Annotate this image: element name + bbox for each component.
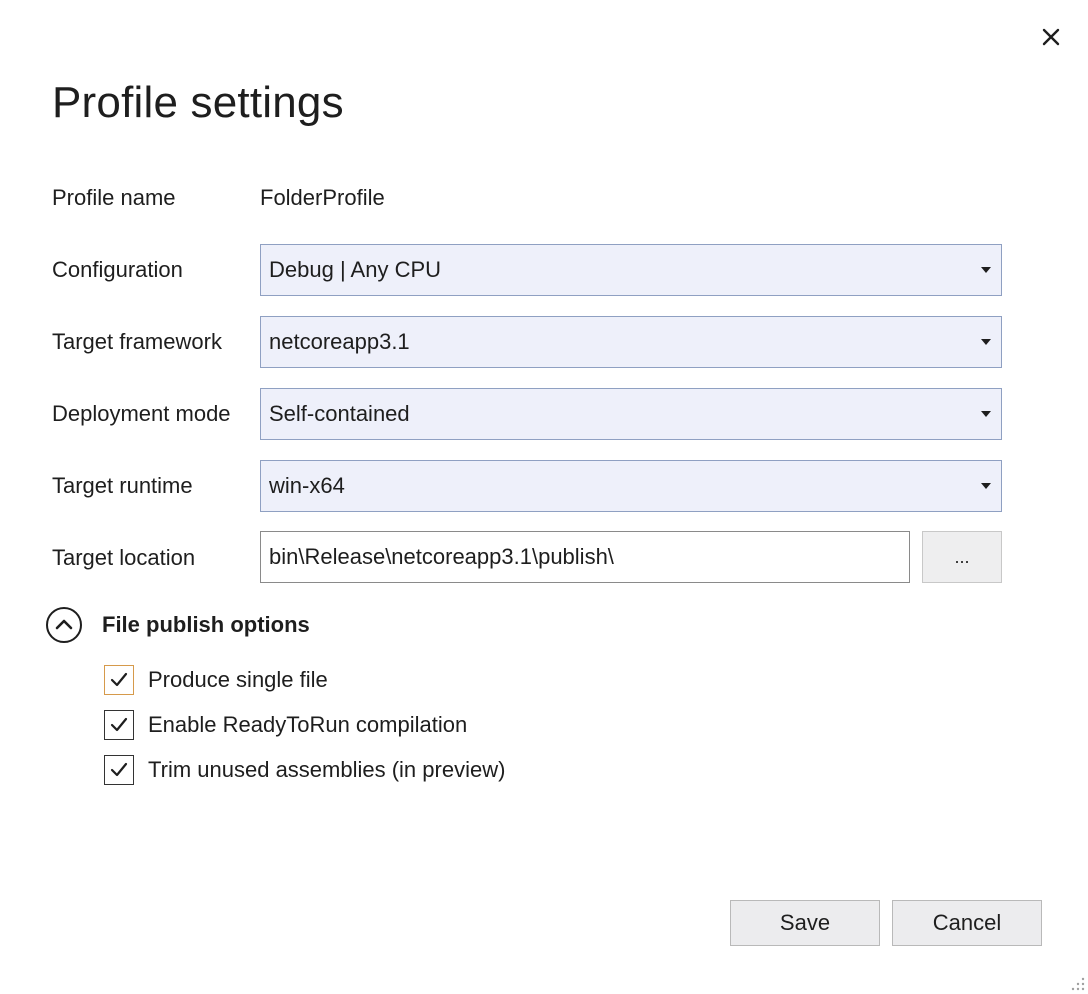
checkmark-icon <box>110 672 128 687</box>
target-runtime-label: Target runtime <box>52 473 193 498</box>
checkmark-icon <box>110 717 128 732</box>
produce-single-file-label: Produce single file <box>148 667 328 692</box>
target-framework-dropdown[interactable]: netcoreapp3.1 <box>260 316 1002 368</box>
deployment-mode-dropdown[interactable]: Self-contained <box>260 388 1002 440</box>
target-location-input[interactable] <box>260 531 910 583</box>
chevron-down-icon <box>971 317 1001 367</box>
enable-readytorun-option[interactable]: Enable ReadyToRun compilation <box>104 710 467 740</box>
enable-readytorun-checkbox[interactable] <box>104 710 134 740</box>
configuration-value: Debug | Any CPU <box>269 257 442 282</box>
save-button[interactable]: Save <box>730 900 880 946</box>
dialog-title: Profile settings <box>52 78 344 127</box>
produce-single-file-checkbox[interactable] <box>104 665 134 695</box>
resize-grip-icon[interactable] <box>1066 972 1086 992</box>
chevron-down-icon <box>971 461 1001 511</box>
target-framework-value: netcoreapp3.1 <box>269 329 410 354</box>
trim-unused-assemblies-label: Trim unused assemblies (in preview) <box>148 757 506 782</box>
profile-name-value: FolderProfile <box>260 185 385 210</box>
browse-button[interactable]: ... <box>922 531 1002 583</box>
chevron-down-icon <box>971 245 1001 295</box>
profile-name-label: Profile name <box>52 185 176 210</box>
deployment-mode-label: Deployment mode <box>52 401 231 426</box>
trim-unused-assemblies-option[interactable]: Trim unused assemblies (in preview) <box>104 755 505 785</box>
chevron-up-circle-icon <box>44 605 84 645</box>
chevron-down-icon <box>971 389 1001 439</box>
file-publish-options-title: File publish options <box>102 612 310 637</box>
produce-single-file-option[interactable]: Produce single file <box>104 665 328 695</box>
trim-unused-assemblies-checkbox[interactable] <box>104 755 134 785</box>
deployment-mode-value: Self-contained <box>269 401 410 426</box>
profile-settings-dialog: Profile settings Profile name FolderProf… <box>0 0 1088 994</box>
target-framework-label: Target framework <box>52 329 222 354</box>
configuration-label: Configuration <box>52 257 183 282</box>
configuration-dropdown[interactable]: Debug | Any CPU <box>260 244 1002 296</box>
target-runtime-value: win-x64 <box>269 473 345 498</box>
close-button[interactable] <box>1032 18 1070 56</box>
checkmark-icon <box>110 762 128 777</box>
target-location-label: Target location <box>52 545 196 570</box>
close-icon <box>1042 28 1060 46</box>
cancel-button[interactable]: Cancel <box>892 900 1042 946</box>
enable-readytorun-label: Enable ReadyToRun compilation <box>148 712 468 737</box>
file-publish-options-toggle[interactable]: File publish options <box>44 603 310 647</box>
target-runtime-dropdown[interactable]: win-x64 <box>260 460 1002 512</box>
